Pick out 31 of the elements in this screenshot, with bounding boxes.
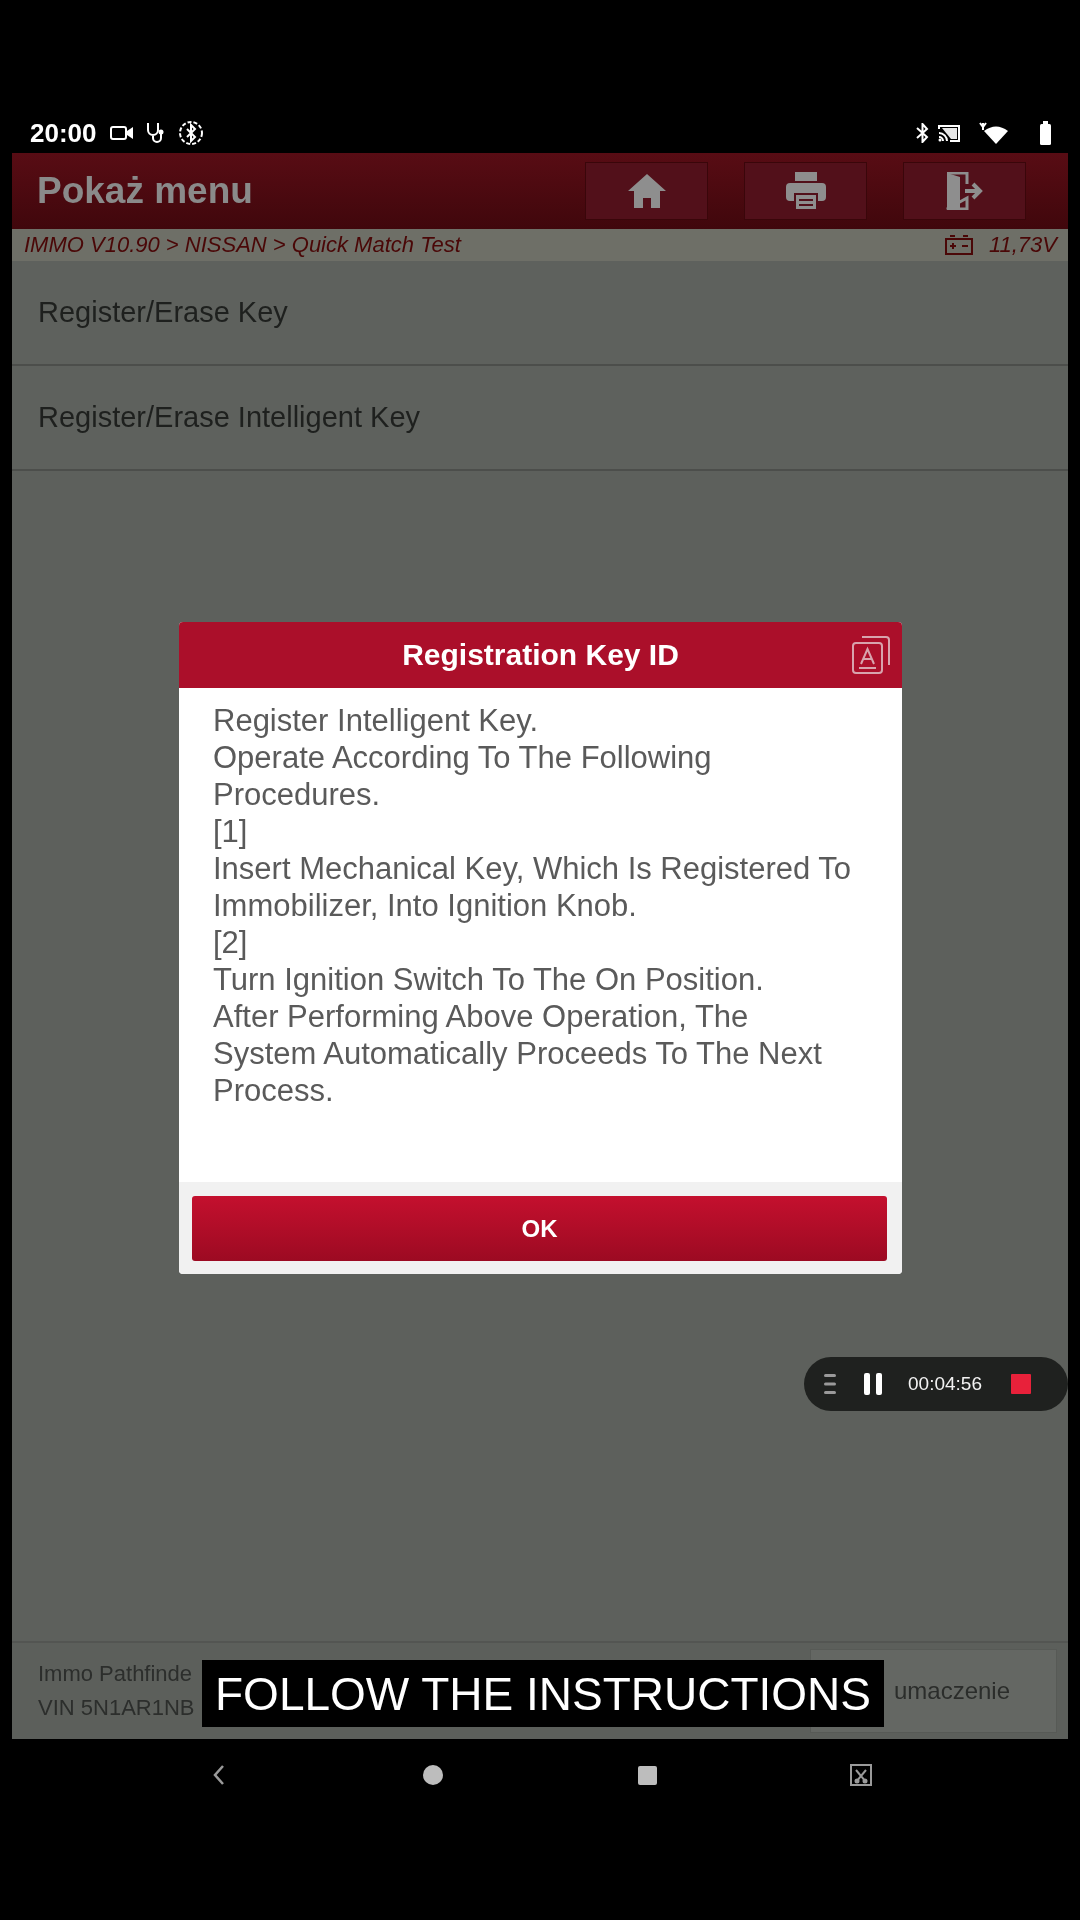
print-button[interactable] bbox=[744, 162, 867, 220]
ok-button[interactable]: OK bbox=[192, 1196, 887, 1261]
status-time: 20:00 bbox=[30, 118, 97, 148]
door-exit-icon bbox=[944, 172, 985, 210]
battery-icon bbox=[1040, 121, 1051, 145]
breadcrumb-path: IMMO V10.90 > NISSAN > Quick Match Test bbox=[24, 232, 461, 258]
stacked-cards-icon[interactable] bbox=[851, 635, 891, 675]
exit-button[interactable] bbox=[903, 162, 1026, 220]
car-battery-icon bbox=[944, 235, 973, 255]
recording-timer: 00:04:56 bbox=[908, 1373, 982, 1395]
scissors-frame-icon[interactable] bbox=[850, 1764, 872, 1786]
home-circle-icon[interactable] bbox=[423, 1765, 443, 1785]
stop-icon[interactable] bbox=[1010, 1374, 1031, 1394]
stethoscope-icon bbox=[145, 122, 166, 144]
dialog-message: Register Intelligent Key. Operate According To The Following Procedures. [1] Insert Mechanical Key, Which Is Registered To Immobilizer, Into Ignition Knob. [2] Turn Ignition Switch To The On Position. After Performing Above Operation, The System Automatically Proceeds To The Next Process. bbox=[213, 702, 852, 1109]
dialog-title: Registration Key ID bbox=[402, 638, 679, 672]
subtitle-overlay: FOLLOW THE INSTRUCTIONS bbox=[202, 1660, 884, 1727]
pause-icon[interactable] bbox=[864, 1373, 882, 1395]
printer-icon bbox=[785, 172, 826, 210]
voltage-reading: 11,73V bbox=[988, 232, 1057, 258]
wifi-icon bbox=[978, 122, 1008, 144]
header-title: Pokaż menu bbox=[37, 170, 253, 212]
video-camera-icon bbox=[109, 125, 134, 141]
back-icon[interactable] bbox=[213, 1764, 225, 1786]
home-button[interactable] bbox=[585, 162, 708, 220]
home-icon bbox=[626, 173, 667, 209]
bluetooth-icon bbox=[916, 123, 929, 143]
cast-icon bbox=[938, 124, 960, 142]
recents-square-icon[interactable] bbox=[637, 1765, 657, 1785]
drag-handle-icon[interactable] bbox=[824, 1374, 836, 1394]
bluetooth-circle-icon bbox=[177, 120, 204, 146]
